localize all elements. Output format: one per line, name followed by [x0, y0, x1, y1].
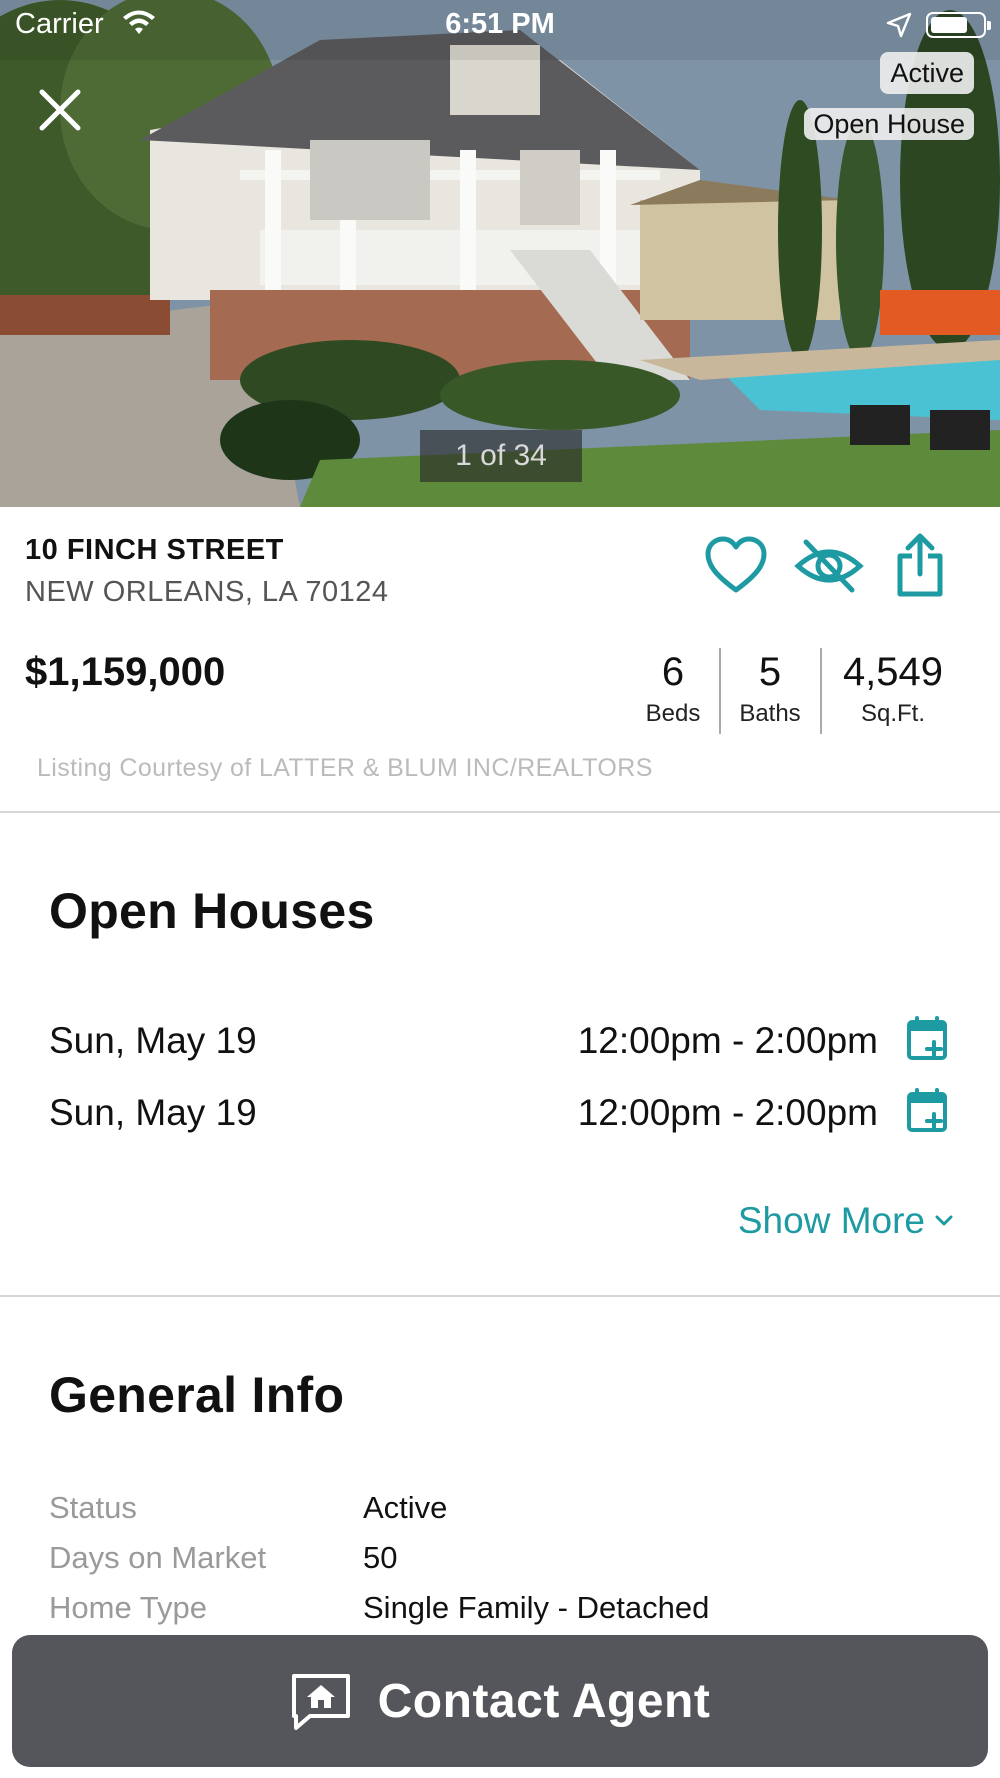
hide-eye-icon[interactable] [794, 536, 864, 596]
section-divider [0, 811, 1000, 813]
section-divider [0, 1295, 1000, 1297]
open-house-badge: Open House [804, 108, 974, 140]
beds-stat: 6 Beds [632, 648, 714, 728]
info-value: Single Family - Detached [363, 1590, 710, 1625]
stat-divider [820, 648, 822, 734]
share-icon[interactable] [894, 532, 946, 598]
open-house-row: Sun, May 19 12:00pm - 2:00pm [0, 1012, 1000, 1072]
baths-label: Baths [739, 700, 801, 727]
close-icon[interactable] [36, 86, 84, 134]
sqft-stat: 4,549 Sq.Ft. [828, 648, 958, 728]
stat-divider [719, 648, 721, 734]
info-key: Home Type [49, 1590, 207, 1625]
baths-value: 5 [758, 650, 782, 694]
info-key: Status [49, 1490, 137, 1525]
listing-photo[interactable]: Carrier 6:51 PM Active Open House 1 of 3… [0, 0, 1000, 507]
info-row: Days on Market 50 [0, 1540, 1000, 1584]
city-state-zip: NEW ORLEANS, LA 70124 [25, 576, 389, 608]
beds-value: 6 [661, 650, 685, 694]
listing-courtesy: Listing Courtesy of LATTER & BLUM INC/RE… [37, 754, 653, 782]
info-value: Active [363, 1490, 448, 1525]
open-houses-title: Open Houses [49, 883, 375, 939]
calendar-add-icon[interactable] [906, 1016, 948, 1062]
show-more-label: Show More [737, 1200, 925, 1241]
info-key: Days on Market [49, 1540, 267, 1575]
open-house-row: Sun, May 19 12:00pm - 2:00pm [0, 1084, 1000, 1144]
photo-counter: 1 of 34 [420, 430, 582, 482]
show-more-button[interactable]: Show More [738, 1200, 953, 1242]
contact-agent-label: Contact Agent [377, 1674, 711, 1728]
info-row: Home Type Single Family - Detached [0, 1590, 1000, 1634]
baths-stat: 5 Baths [725, 648, 815, 728]
chat-home-icon [291, 1674, 350, 1730]
open-house-time: 12:00pm - 2:00pm [577, 1020, 878, 1061]
heart-icon[interactable] [704, 536, 768, 596]
listing-price: $1,159,000 [25, 650, 226, 694]
location-arrow-icon [886, 12, 912, 38]
status-badge: Active [880, 52, 974, 94]
open-house-date: Sun, May 19 [49, 1092, 257, 1133]
chevron-down-icon [935, 1215, 953, 1226]
general-info-title: General Info [49, 1367, 345, 1423]
status-bar: Carrier 6:51 PM [0, 0, 1000, 50]
info-value: 50 [363, 1540, 398, 1575]
battery-icon [926, 12, 991, 38]
open-house-date: Sun, May 19 [49, 1020, 257, 1061]
calendar-add-icon[interactable] [906, 1088, 948, 1134]
info-row: Status Active [0, 1490, 1000, 1534]
sqft-label: Sq.Ft. [860, 700, 926, 727]
sqft-value: 4,549 [842, 650, 944, 694]
open-house-time: 12:00pm - 2:00pm [577, 1092, 878, 1133]
beds-label: Beds [645, 700, 701, 727]
street-address: 10 FINCH STREET [25, 534, 284, 566]
clock: 6:51 PM [445, 8, 555, 40]
contact-agent-button[interactable]: Contact Agent [12, 1635, 988, 1767]
